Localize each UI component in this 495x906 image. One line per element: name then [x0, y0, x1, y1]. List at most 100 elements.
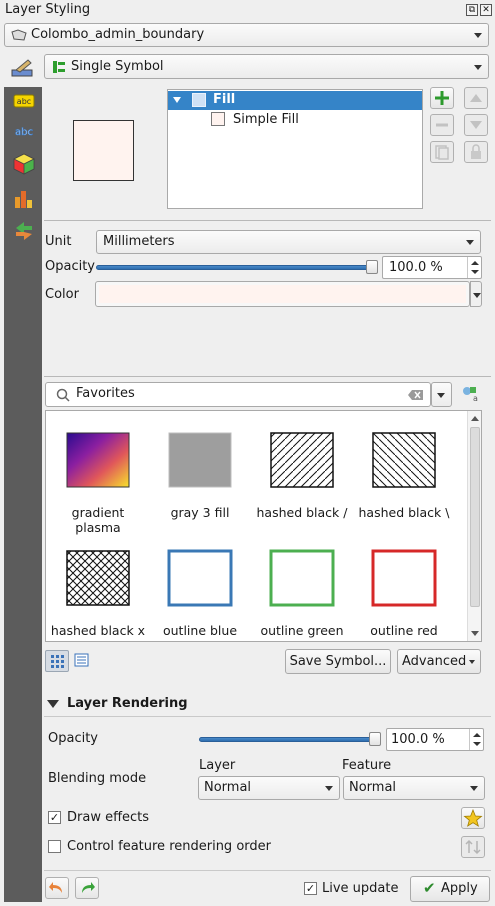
- symbol-item[interactable]: hashed black \: [354, 431, 454, 520]
- move-down-button[interactable]: [464, 114, 488, 136]
- labels-icon[interactable]: abc: [13, 93, 35, 115]
- add-symbol-layer-button[interactable]: [430, 87, 454, 109]
- redo-icon: [82, 882, 95, 893]
- renderer-combobox[interactable]: Single Symbol: [44, 54, 489, 79]
- symbol-item[interactable]: gray 3 fill: [150, 431, 250, 520]
- arrow-up-icon: [470, 94, 482, 102]
- feature-blend-value: Normal: [349, 780, 397, 795]
- scroll-down-icon[interactable]: [471, 631, 479, 636]
- symbol-item[interactable]: outline red: [354, 549, 454, 638]
- library-scrollbar[interactable]: [467, 411, 481, 641]
- lock-layer-button[interactable]: [464, 141, 488, 163]
- live-update-checkbox[interactable]: ✓: [304, 882, 317, 895]
- polygon-layer-icon: [11, 29, 27, 41]
- chevron-down-icon: [466, 240, 474, 245]
- divider: [44, 376, 491, 377]
- symbol-layer-tree: Fill Simple Fill: [167, 89, 423, 209]
- control-order-checkbox[interactable]: [48, 840, 61, 853]
- style-manager-icon[interactable]: a: [461, 385, 479, 403]
- tree-item-simple-fill[interactable]: Simple Fill: [168, 111, 422, 130]
- divider: [44, 870, 491, 871]
- arrow-down-icon[interactable]: [471, 270, 479, 274]
- move-up-button[interactable]: [464, 87, 488, 109]
- symbol-item[interactable]: hashed black x: [48, 549, 148, 638]
- list-view-icon: [74, 653, 89, 667]
- sort-icon: [465, 839, 481, 855]
- opacity-slider[interactable]: [96, 265, 374, 270]
- sidebar: abc abc: [4, 87, 42, 902]
- search-menu-button[interactable]: [431, 382, 452, 407]
- collapse-arrow-icon[interactable]: [173, 97, 181, 103]
- apply-button-label: Apply: [441, 881, 478, 896]
- arrow-down-icon[interactable]: [473, 742, 481, 746]
- paintbrush-icon[interactable]: [10, 57, 34, 79]
- single-symbol-icon: [53, 61, 65, 73]
- opacity-slider-handle[interactable]: [366, 260, 378, 274]
- svg-text:abc: abc: [17, 97, 31, 106]
- layer-combobox[interactable]: Colombo_admin_boundary: [4, 23, 489, 47]
- remove-symbol-layer-button[interactable]: [430, 114, 454, 136]
- live-update-label: Live update: [322, 881, 399, 896]
- 3d-view-icon[interactable]: [13, 153, 35, 175]
- unit-combobox[interactable]: Millimeters: [96, 230, 481, 254]
- layer-rendering-title[interactable]: Layer Rendering: [67, 696, 188, 711]
- duplicate-symbol-layer-button[interactable]: [430, 141, 454, 163]
- symbol-thumbnail: [66, 550, 130, 606]
- chevron-down-icon: [470, 786, 478, 791]
- tree-item-fill[interactable]: Fill: [168, 91, 422, 110]
- diagrams-icon[interactable]: [13, 187, 35, 209]
- collapse-arrow-icon[interactable]: [47, 700, 59, 708]
- lr-opacity-label: Opacity: [48, 731, 99, 746]
- color-menu-button[interactable]: [470, 281, 482, 307]
- mask-labels-icon[interactable]: abc: [13, 123, 35, 145]
- icon-view-button[interactable]: [45, 650, 69, 672]
- opacity-spinbox[interactable]: 100.0 %: [382, 256, 482, 279]
- symbol-thumbnail: [372, 432, 436, 488]
- scroll-up-icon[interactable]: [471, 416, 479, 421]
- svg-text:abc: abc: [15, 127, 33, 138]
- symbol-item[interactable]: outline green: [252, 549, 352, 638]
- effects-settings-button[interactable]: [461, 807, 485, 829]
- symbol-item-label: hashed black \: [358, 505, 450, 520]
- unit-label: Unit: [45, 234, 72, 249]
- list-view-button[interactable]: [70, 650, 94, 672]
- feature-blend-label: Feature: [342, 758, 392, 773]
- arrow-up-icon[interactable]: [473, 733, 481, 737]
- lr-opacity-slider[interactable]: [199, 737, 377, 742]
- search-input[interactable]: Favorites: [45, 382, 431, 407]
- symbol-item-label: hashed black x: [50, 623, 146, 638]
- plus-icon: [435, 91, 449, 105]
- advanced-button[interactable]: Advanced: [397, 649, 481, 674]
- float-icon[interactable]: ⧉: [466, 4, 478, 16]
- duplicate-icon: [435, 145, 449, 160]
- chevron-down-icon: [437, 392, 445, 398]
- color-button[interactable]: [95, 281, 470, 307]
- close-icon[interactable]: ✕: [480, 4, 492, 16]
- draw-effects-checkbox[interactable]: ✓: [48, 811, 61, 824]
- symbol-item[interactable]: outline blue: [150, 549, 250, 638]
- advanced-button-label: Advanced: [402, 654, 467, 669]
- symbol-item[interactable]: hashed black /: [252, 431, 352, 520]
- lr-opacity-slider-handle[interactable]: [369, 732, 381, 746]
- symbol-item[interactable]: gradient plasma: [48, 431, 148, 535]
- order-settings-button[interactable]: [461, 836, 485, 858]
- lr-opacity-spinbox[interactable]: 100.0 %: [386, 728, 484, 751]
- apply-button[interactable]: ✔ Apply: [410, 876, 490, 902]
- redo-button[interactable]: [75, 877, 99, 899]
- spin-arrows[interactable]: [469, 729, 483, 750]
- spin-arrows[interactable]: [467, 257, 481, 278]
- chevron-down-icon: [474, 64, 482, 70]
- scrollbar-thumb[interactable]: [470, 427, 480, 607]
- grid-view-icon: [51, 655, 64, 668]
- symbol-preview-fill: [74, 121, 133, 180]
- layer-blend-combobox[interactable]: Normal: [198, 776, 340, 800]
- save-symbol-button[interactable]: Save Symbol...: [285, 649, 391, 674]
- undo-button[interactable]: [45, 877, 69, 899]
- clear-icon[interactable]: [408, 389, 424, 401]
- history-icon[interactable]: [13, 219, 35, 241]
- opacity-label: Opacity: [45, 259, 96, 274]
- symbol-item-label: gradient plasma: [71, 505, 125, 535]
- arrow-down-icon: [470, 121, 482, 129]
- feature-blend-combobox[interactable]: Normal: [343, 776, 485, 800]
- arrow-up-icon[interactable]: [471, 261, 479, 265]
